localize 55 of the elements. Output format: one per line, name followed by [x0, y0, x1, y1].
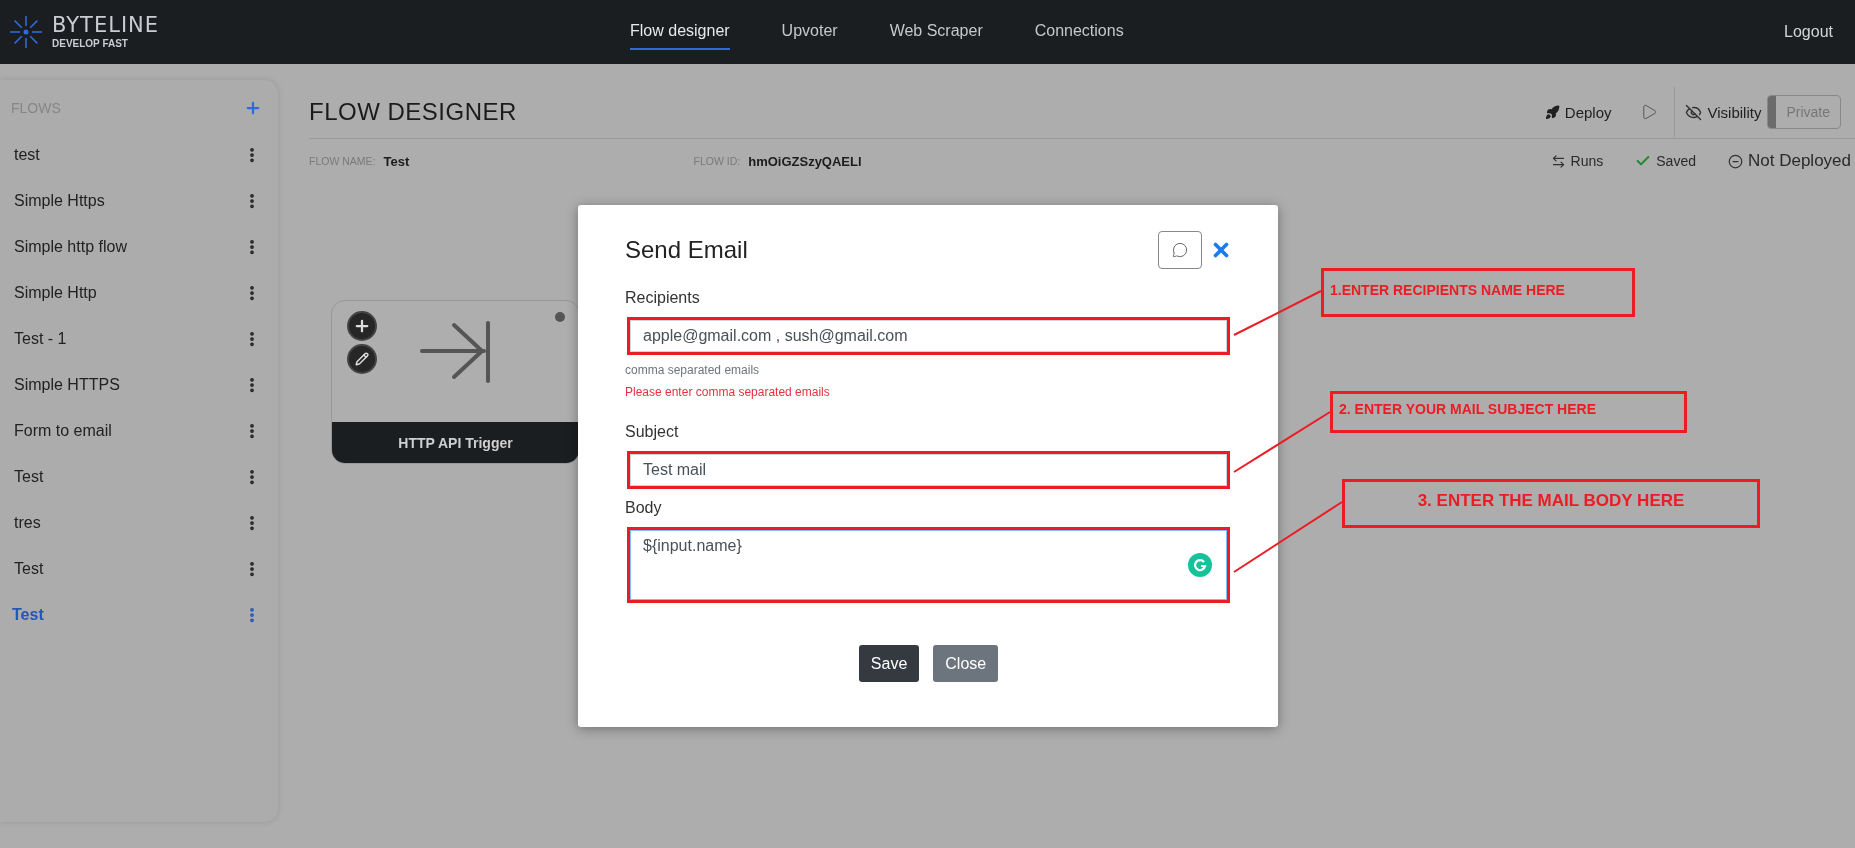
status-label: Saved [1635, 153, 1696, 169]
field-label: Recipients [625, 289, 701, 307]
annotation-callout: 1.ENTER RECIPIENTS NAME HERE [1321, 268, 1635, 317]
arrow-to-bar-icon [420, 321, 490, 385]
flow-item[interactable]: Simple HTTPS [14, 376, 120, 394]
dialog-title: Send Email [625, 236, 749, 264]
eye-off-icon [1684, 103, 1702, 121]
flow-item[interactable]: Test - 1 [14, 330, 67, 348]
logo-tagline: DEVELOP FAST [52, 39, 129, 49]
comment-button[interactable] [1158, 231, 1202, 269]
flow-item[interactable]: test [14, 146, 40, 164]
swap-arrows-icon [1550, 153, 1566, 169]
logout-link[interactable]: Logout [1784, 23, 1833, 41]
page-title: FLOW DESIGNER [309, 98, 518, 126]
flow-node-card[interactable]: HTTP API Trigger [331, 300, 580, 464]
flow-item[interactable]: Test [14, 560, 44, 578]
plus-icon [353, 317, 371, 335]
nav-link[interactable]: Web Scraper [889, 14, 983, 50]
visibility-label: Visibility [1684, 103, 1762, 121]
status-label[interactable]: Runs [1550, 153, 1604, 169]
deploy-button[interactable]: Deploy [1538, 99, 1618, 125]
field-label: Subject [625, 423, 680, 441]
input-field[interactable]: apple@gmail.com , sush@gmail.com [630, 320, 1227, 352]
grammar-check-icon[interactable] [1188, 553, 1212, 577]
node-title: HTTP API Trigger [332, 422, 579, 463]
flow-item[interactable]: Test [14, 468, 44, 486]
nav-link[interactable]: Connections [1034, 14, 1124, 50]
rocket-icon [1544, 104, 1560, 120]
input-field[interactable]: Test mail [630, 454, 1227, 486]
close-button[interactable]: Close [933, 645, 999, 682]
flow-item[interactable]: Simple Http [14, 284, 97, 302]
text-area[interactable]: ${input.name} [630, 530, 1227, 600]
status-label: Not Deployed [1728, 151, 1851, 171]
flow-name-value: Test [383, 153, 411, 169]
edit-node-button[interactable] [347, 344, 377, 374]
speech-bubble-icon [1172, 242, 1188, 258]
nav-link[interactable]: Flow designer [630, 14, 730, 50]
annotation-callout: 2. ENTER YOUR MAIL SUBJECT HERE [1330, 391, 1687, 433]
add-node-button[interactable] [347, 311, 377, 341]
logo-name: BYTELINE [52, 15, 160, 36]
flow-item[interactable]: Form to email [14, 422, 112, 440]
logo-icon [8, 14, 44, 50]
error-message: Please enter comma separated emails [625, 385, 831, 399]
save-button[interactable]: Save [858, 645, 920, 682]
field-label: Body [625, 499, 663, 517]
flow-item[interactable]: tres [14, 514, 41, 532]
minus-circle-icon [1728, 153, 1743, 169]
help-text: comma separated emails [625, 363, 761, 377]
flow-id-value: hmOiGZSzyQAELl [748, 153, 863, 169]
flow-item[interactable]: Simple Https [14, 192, 105, 210]
pencil-icon [355, 352, 369, 366]
annotation-callout: 3. ENTER THE MAIL BODY HERE [1342, 479, 1760, 528]
status-dot-icon [555, 312, 565, 322]
nav-link[interactable]: Upvoter [781, 14, 838, 50]
flow-item[interactable]: Simple http flow [14, 238, 127, 256]
